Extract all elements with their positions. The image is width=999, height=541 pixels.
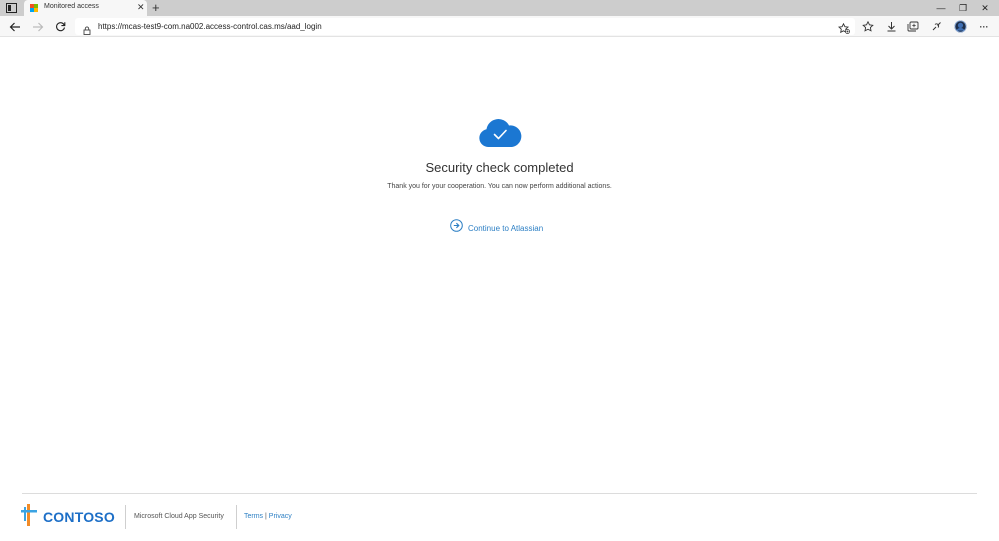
footer-separator xyxy=(236,505,237,529)
privacy-link[interactable]: Privacy xyxy=(269,513,292,520)
back-button[interactable] xyxy=(8,20,22,33)
terms-link[interactable]: Terms xyxy=(244,513,263,520)
downloads-icon[interactable] xyxy=(884,20,898,33)
favorites-icon[interactable] xyxy=(861,20,875,33)
footer-divider xyxy=(22,493,977,494)
collections-icon[interactable] xyxy=(906,20,920,33)
page-title: Security check completed xyxy=(425,160,574,175)
more-icon[interactable]: ··· xyxy=(977,20,991,33)
browser-toolbar: https://mcas-test9-com.na002.access-cont… xyxy=(0,16,999,37)
minimize-button[interactable]: — xyxy=(935,2,947,14)
tab-title: Monitored access xyxy=(44,3,99,10)
arrow-circle-right-icon xyxy=(450,219,463,237)
forward-button[interactable] xyxy=(31,20,45,33)
tab-actions-icon[interactable] xyxy=(5,2,18,14)
link-separator: | xyxy=(265,513,267,520)
logo-text: CONTOSO xyxy=(43,509,115,525)
continue-link[interactable]: Continue to Atlassian xyxy=(450,219,544,237)
restore-button[interactable]: ❐ xyxy=(957,2,969,14)
address-url[interactable]: https://mcas-test9-com.na002.access-cont… xyxy=(98,22,322,31)
close-window-button[interactable]: ✕ xyxy=(979,2,991,14)
continue-label: Continue to Atlassian xyxy=(468,223,544,233)
profile-icon[interactable] xyxy=(953,20,967,33)
tab-close-icon[interactable]: ✕ xyxy=(137,3,145,12)
cloud-check-icon xyxy=(478,117,522,148)
extensions-icon[interactable] xyxy=(929,20,943,33)
footer-links: Terms | Privacy xyxy=(244,513,292,520)
browser-tab[interactable]: Monitored access ✕ xyxy=(24,0,147,16)
microsoft-logo-icon xyxy=(30,4,38,12)
favorites-star-add-icon[interactable] xyxy=(837,21,850,39)
address-bar[interactable]: https://mcas-test9-com.na002.access-cont… xyxy=(75,18,855,35)
contoso-logo: CONTOSO xyxy=(21,503,115,531)
new-tab-button[interactable]: + xyxy=(152,1,160,14)
footer-separator xyxy=(125,505,126,529)
contoso-cross-icon xyxy=(21,503,37,531)
product-name: Microsoft Cloud App Security xyxy=(134,513,224,520)
lock-icon[interactable] xyxy=(83,22,91,40)
browser-tab-strip: Monitored access ✕ + — ❐ ✕ xyxy=(0,0,999,16)
refresh-button[interactable] xyxy=(53,20,67,33)
page-subtitle: Thank you for your cooperation. You can … xyxy=(387,183,612,190)
